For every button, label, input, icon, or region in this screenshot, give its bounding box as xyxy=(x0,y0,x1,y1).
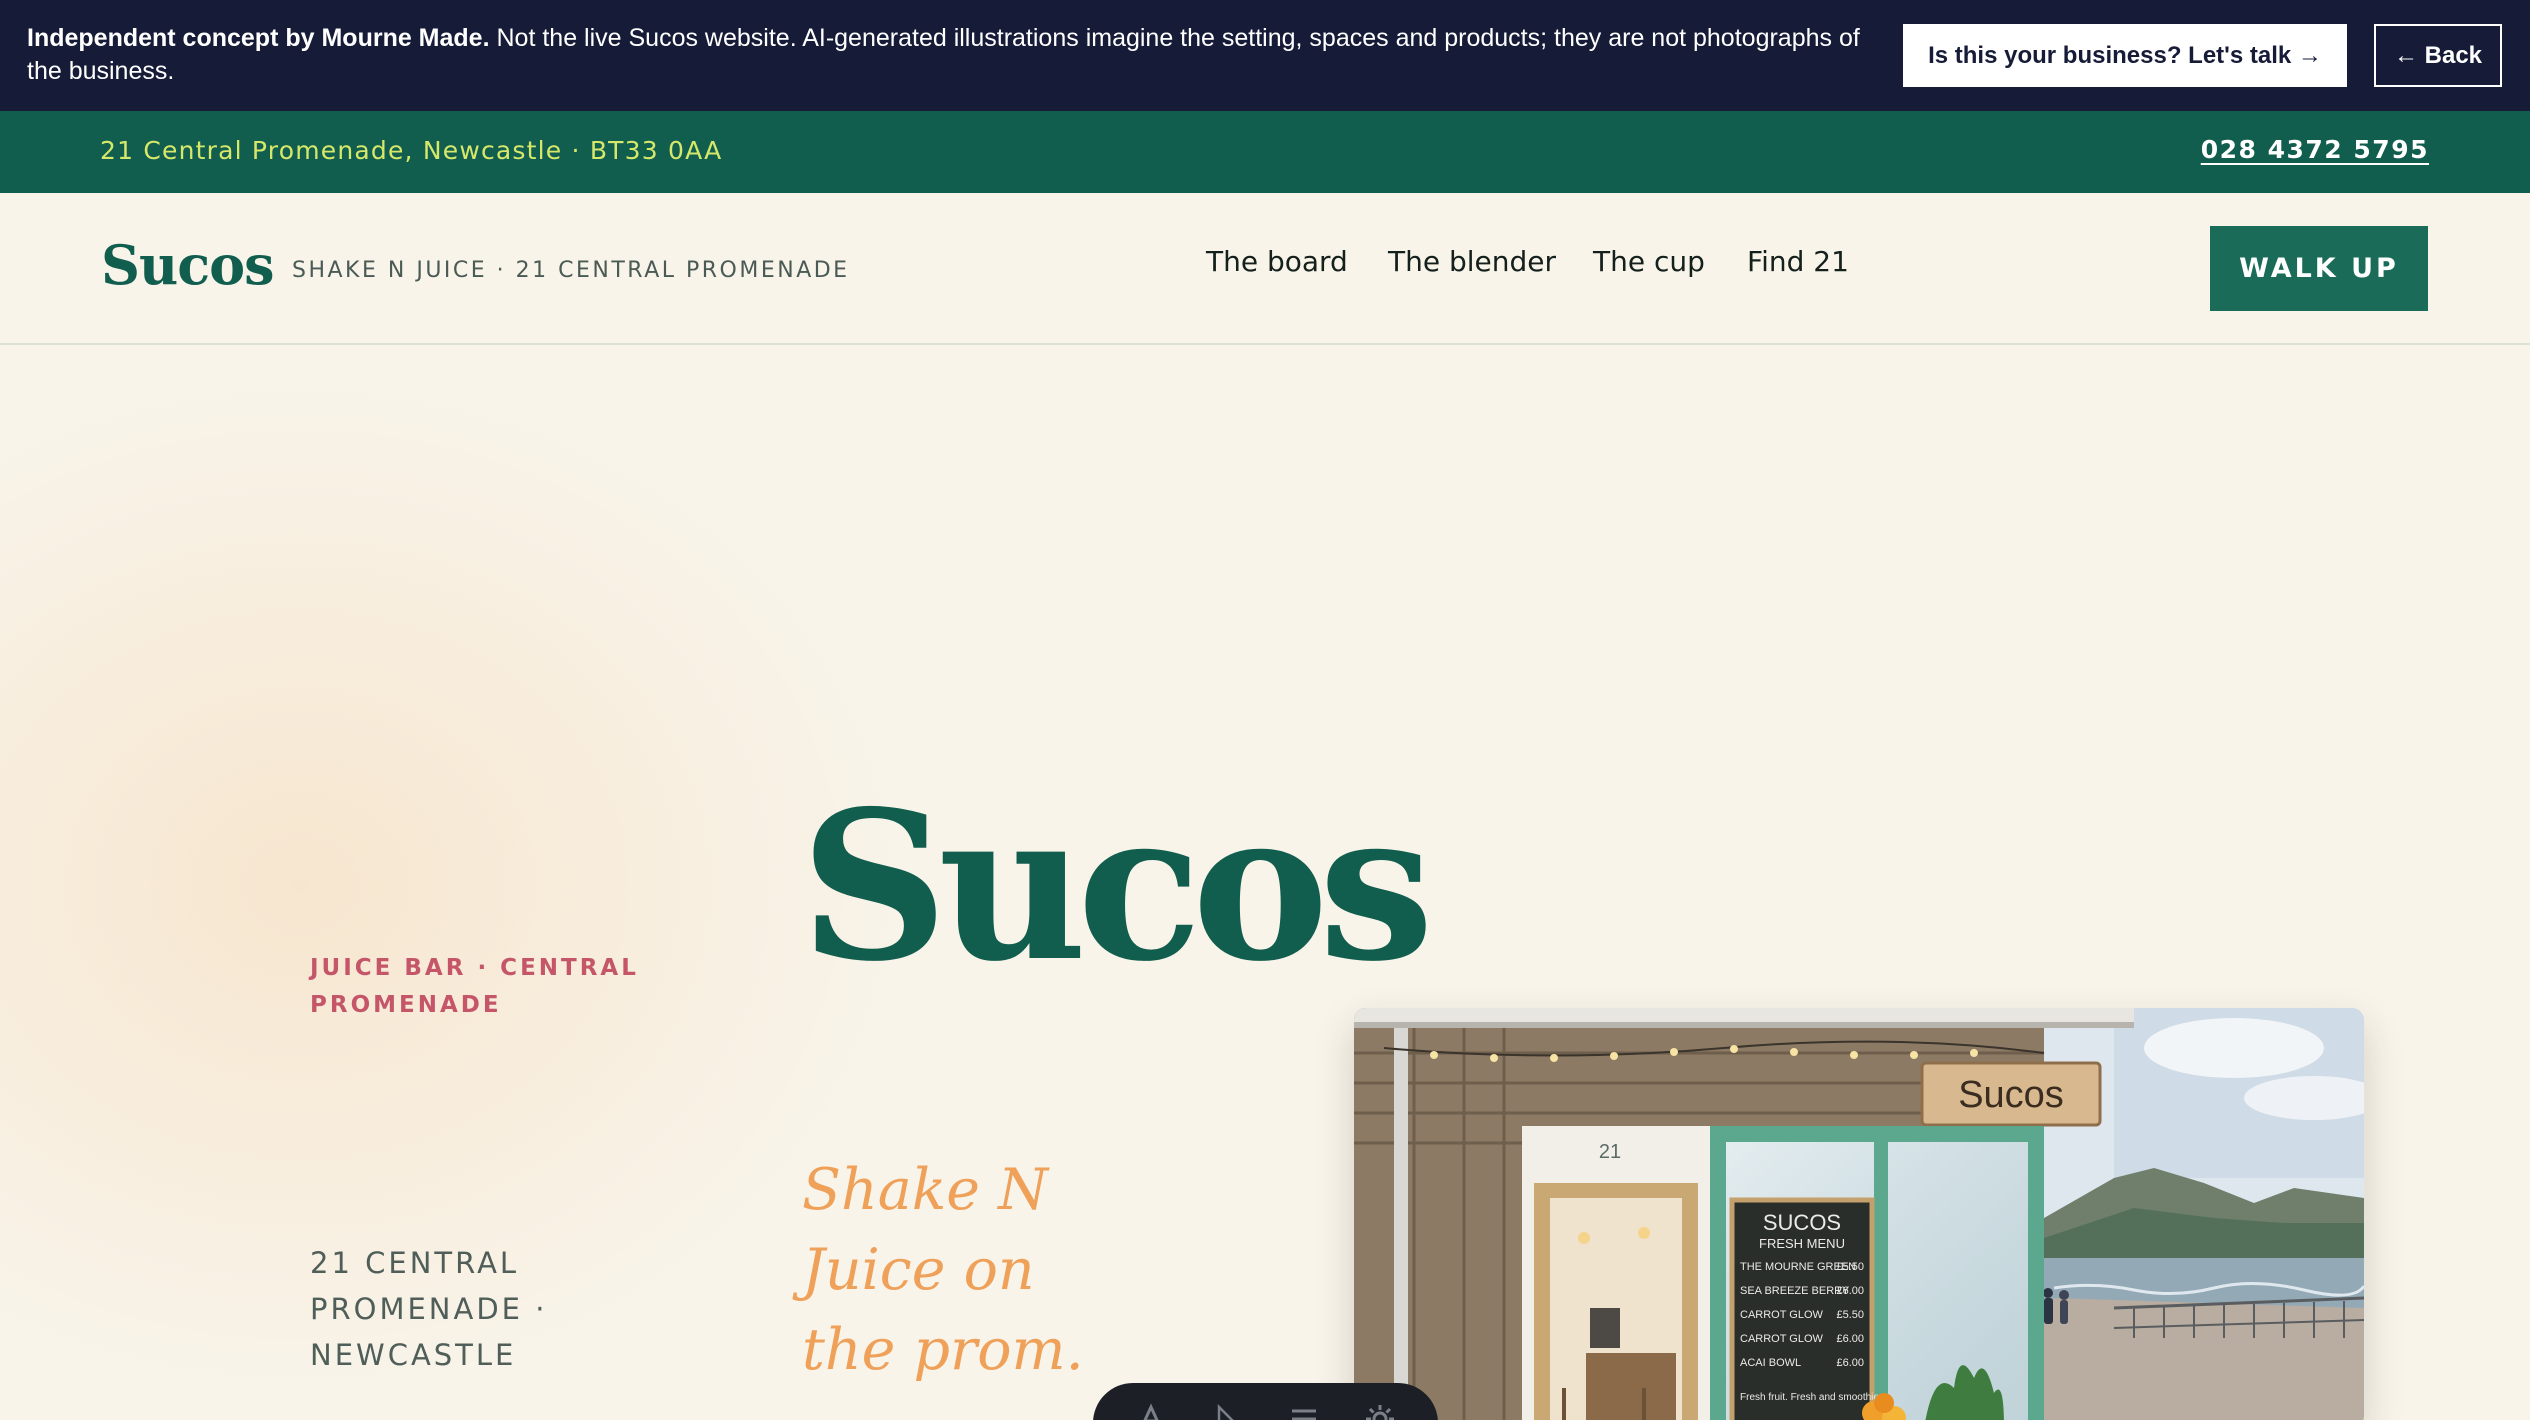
menu-item-name: CARROT GLOW xyxy=(1740,1309,1824,1321)
phone-link[interactable]: 028 4372 5795 xyxy=(2201,135,2429,164)
storefront-illustration: Sucos 21 SUCOS FRESH MENU THE MOURNE GRE… xyxy=(1354,1008,2364,1420)
text-icon[interactable] xyxy=(1133,1401,1169,1420)
menu-item-price: £6.00 xyxy=(1836,1285,1864,1297)
concept-notice: Independent concept by Mourne Made. Not … xyxy=(27,22,1887,88)
hero-eyebrow: JUICE BAR · CENTRAL PROMENADE xyxy=(310,955,639,1018)
nav-link-find-21[interactable]: Find 21 xyxy=(1747,245,1849,278)
menu-item-name: SEA BREEZE BERRY xyxy=(1740,1285,1850,1297)
illustration-door-number: 21 xyxy=(1599,1141,1621,1163)
menu-item-price: £6.00 xyxy=(1836,1333,1864,1345)
nav-link-the-board[interactable]: The board xyxy=(1206,245,1348,278)
concept-notice-bold: Independent concept by Mourne Made. xyxy=(27,24,490,52)
lets-talk-button[interactable]: Is this your business? Let's talk → xyxy=(1903,24,2347,87)
illustration-sign: Sucos xyxy=(1958,1074,2064,1116)
nav-link-the-cup[interactable]: The cup xyxy=(1593,245,1705,278)
menu-item-price: £5.50 xyxy=(1836,1261,1864,1273)
menu-footer: Fresh fruit. Fresh and smoothies. xyxy=(1740,1392,1887,1403)
address-text: 21 Central Promenade, Newcastle · BT33 0… xyxy=(100,136,723,165)
address-strip: 21 Central Promenade, Newcastle · BT33 0… xyxy=(0,111,2530,193)
pointer-icon[interactable] xyxy=(1209,1401,1245,1420)
back-button[interactable]: ← Back xyxy=(2374,24,2502,87)
brand-tagline: SHAKE N JUICE · 21 CENTRAL PROMENADE xyxy=(292,258,850,283)
concept-banner: Independent concept by Mourne Made. Not … xyxy=(0,0,2530,111)
menu-item-name: CARROT GLOW xyxy=(1740,1333,1824,1345)
menu-item-price: £6.00 xyxy=(1836,1357,1864,1369)
brand-logo[interactable]: Sucos xyxy=(101,233,275,297)
main-nav: Sucos SHAKE N JUICE · 21 CENTRAL PROMENA… xyxy=(0,193,2530,345)
hero-tagline: Shake N Juice on the prom. xyxy=(802,1157,1084,1383)
hero-title: Sucos xyxy=(800,767,1434,1007)
nav-link-the-blender[interactable]: The blender xyxy=(1388,245,1556,278)
hero-section: JUICE BAR · CENTRAL PROMENADE Sucos Shak… xyxy=(0,345,2530,1420)
menu-title: SUCOS xyxy=(1763,1210,1841,1235)
settings-icon[interactable] xyxy=(1362,1401,1398,1420)
floating-toolbar xyxy=(1093,1383,1438,1420)
menu-item-name: ACAI BOWL xyxy=(1740,1357,1801,1369)
hero-address: 21 CENTRAL PROMENADE · NEWCASTLE xyxy=(310,1246,548,1372)
menu-icon[interactable] xyxy=(1286,1401,1322,1420)
walk-up-button[interactable]: WALK UP xyxy=(2210,226,2428,311)
menu-item-price: £5.50 xyxy=(1836,1309,1864,1321)
menu-subtitle: FRESH MENU xyxy=(1759,1236,1845,1251)
